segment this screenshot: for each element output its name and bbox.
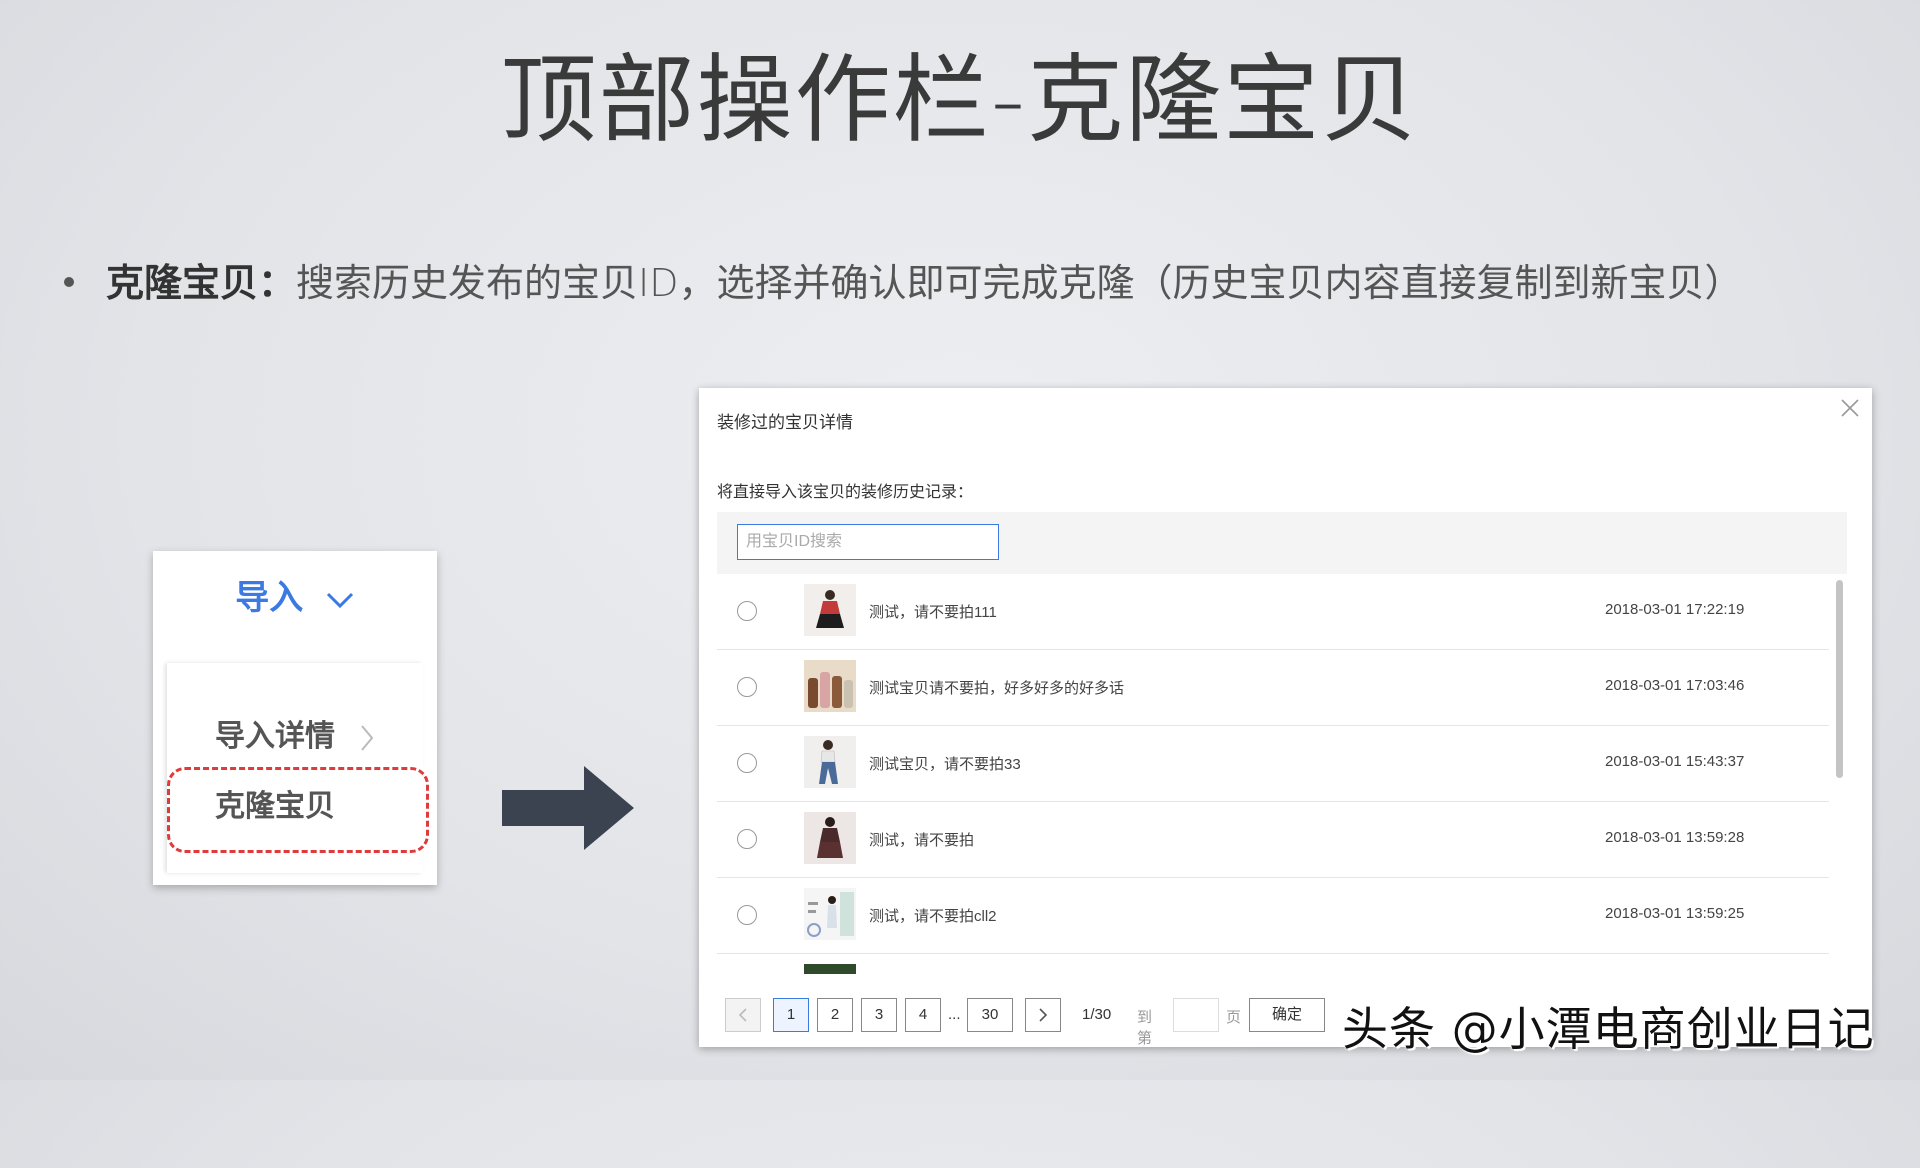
import-dropdown-label: 导入 bbox=[235, 579, 304, 617]
page-button-2[interactable]: 2 bbox=[817, 998, 853, 1032]
slide-title: 顶部操作栏-克隆宝贝 bbox=[500, 44, 1420, 156]
item-name: 测试，请不要拍111 bbox=[869, 604, 997, 621]
right-arrow-icon bbox=[502, 766, 634, 850]
goto-page-input[interactable] bbox=[1173, 998, 1219, 1032]
item-id-search-input[interactable] bbox=[737, 524, 999, 560]
item-time: 2018-03-01 17:03:46 bbox=[1605, 677, 1745, 694]
list-item[interactable]: 测试，请不要拍 2018-03-01 13:59:28 bbox=[717, 802, 1829, 878]
page-unit-label: 页 bbox=[1226, 1009, 1242, 1026]
radio-button[interactable] bbox=[737, 905, 757, 925]
page-button-4[interactable]: 4 bbox=[905, 998, 941, 1032]
chevron-down-icon bbox=[326, 592, 353, 609]
goto-page-label: 到第 bbox=[1137, 1009, 1153, 1047]
watermark: 头条 @小潭电商创业日记 bbox=[1342, 1002, 1875, 1056]
bullet-term: 克隆宝贝： bbox=[106, 261, 297, 305]
menu-item-import-details-label: 导入详情 bbox=[215, 720, 335, 753]
radio-button[interactable] bbox=[737, 677, 757, 697]
item-name: 测试，请不要拍 bbox=[869, 832, 975, 849]
list-scrollbar-thumb[interactable] bbox=[1836, 580, 1843, 778]
list-item[interactable]: 测试宝贝，请不要拍33 2018-03-01 15:43:37 bbox=[717, 726, 1829, 802]
radio-button[interactable] bbox=[737, 829, 757, 849]
item-thumbnail bbox=[804, 812, 856, 864]
item-thumbnail bbox=[804, 888, 856, 940]
import-dropdown-button[interactable]: 导入 bbox=[153, 567, 437, 629]
item-time: 2018-03-01 15:43:37 bbox=[1605, 753, 1745, 770]
list-item[interactable]: 测试，请不要拍cll2 2018-03-01 13:59:25 bbox=[717, 878, 1829, 954]
page-ellipsis: ... bbox=[948, 1006, 961, 1023]
item-thumbnail bbox=[804, 964, 856, 974]
list-item[interactable]: 测试，请不要拍111 2018-03-01 17:22:19 bbox=[717, 574, 1829, 650]
radio-button[interactable] bbox=[737, 753, 757, 773]
item-time: 2018-03-01 13:59:28 bbox=[1605, 829, 1745, 846]
highlight-dashed-box bbox=[167, 767, 429, 853]
menu-item-import-details[interactable]: 导入详情 bbox=[215, 711, 375, 755]
item-thumbnail bbox=[804, 660, 856, 712]
item-name: 测试，请不要拍cll2 bbox=[869, 908, 997, 925]
search-strip bbox=[717, 512, 1847, 574]
bullet-dot bbox=[64, 276, 74, 287]
dialog-title: 装修过的宝贝详情 bbox=[717, 413, 853, 432]
item-name: 测试宝贝，请不要拍33 bbox=[869, 756, 1021, 773]
item-time: 2018-03-01 13:59:25 bbox=[1605, 905, 1745, 922]
clone-item-dialog: 装修过的宝贝详情 将直接导入该宝贝的装修历史记录： 测试，请不要拍111 201… bbox=[699, 388, 1872, 1047]
page-button-last[interactable]: 30 bbox=[967, 998, 1013, 1032]
item-time: 2018-03-01 17:22:19 bbox=[1605, 601, 1745, 618]
next-page-button[interactable] bbox=[1025, 998, 1061, 1032]
chevron-right-icon bbox=[1039, 1008, 1048, 1022]
page-button-1[interactable]: 1 bbox=[773, 998, 809, 1032]
bullet-description: 搜索历史发布的宝贝ID，选择并确认即可完成克隆（历史宝贝内容直接复制到新宝贝） bbox=[296, 261, 1743, 305]
close-icon[interactable] bbox=[1838, 396, 1862, 420]
page-status: 1/30 bbox=[1082, 1006, 1112, 1023]
prev-page-button[interactable] bbox=[725, 998, 761, 1032]
item-name: 测试宝贝请不要拍，好多好多的好多话 bbox=[869, 680, 1125, 697]
bullet-point: 克隆宝贝：搜索历史发布的宝贝ID，选择并确认即可完成克隆（历史宝贝内容直接复制到… bbox=[64, 252, 1743, 307]
item-thumbnail bbox=[804, 736, 856, 788]
chevron-right-icon bbox=[361, 725, 374, 751]
goto-confirm-button[interactable]: 确定 bbox=[1249, 998, 1325, 1032]
list-item[interactable] bbox=[717, 954, 1829, 974]
item-thumbnail bbox=[804, 584, 856, 636]
history-item-list: 测试，请不要拍111 2018-03-01 17:22:19 测试宝贝请不要拍，… bbox=[717, 574, 1829, 974]
page-button-3[interactable]: 3 bbox=[861, 998, 897, 1032]
radio-button[interactable] bbox=[737, 601, 757, 621]
chevron-left-icon bbox=[738, 1008, 747, 1022]
dialog-subtitle: 将直接导入该宝贝的装修历史记录： bbox=[717, 484, 974, 501]
list-item[interactable]: 测试宝贝请不要拍，好多好多的好多话 2018-03-01 17:03:46 bbox=[717, 650, 1829, 726]
